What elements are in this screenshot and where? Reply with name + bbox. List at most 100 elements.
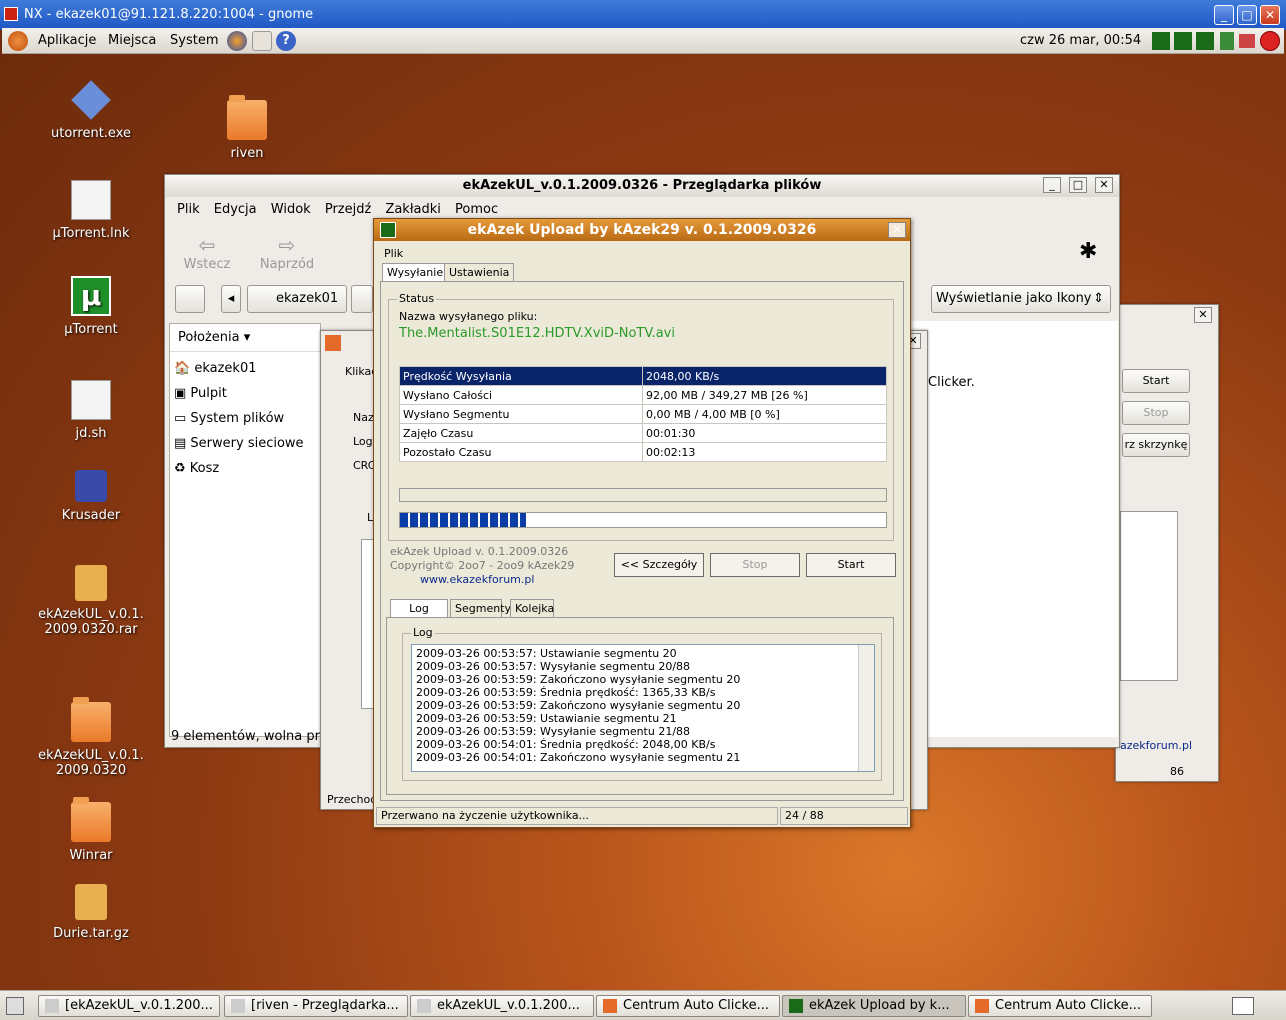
menu-places[interactable]: Miejsca: [108, 33, 156, 48]
place-desktop[interactable]: ▣ Pulpit: [174, 381, 316, 406]
show-desktop-icon[interactable]: [6, 997, 24, 1015]
back-button[interactable]: ⇦ Wstecz: [177, 233, 237, 272]
file-browser-menubar: Plik Edycja Widok Przejdź Zakładki Pomoc: [177, 202, 508, 217]
desktop-icon-utorrent-lnk[interactable]: µTorrent.lnk: [36, 180, 146, 241]
clicker-icon: [603, 999, 617, 1013]
task-button[interactable]: [ekAzekUL_v.0.1.200...: [38, 995, 220, 1017]
help-icon[interactable]: ?: [276, 31, 296, 51]
desktop-icon-utorrent-exe[interactable]: utorrent.exe: [36, 80, 146, 141]
task-button[interactable]: Centrum Auto Clicke...: [596, 995, 780, 1017]
task-button[interactable]: Centrum Auto Clicke...: [968, 995, 1152, 1017]
task-button[interactable]: ekAzekUL_v.0.1.200...: [410, 995, 594, 1017]
menu-view[interactable]: Widok: [271, 202, 311, 217]
ekazek-tray-icon[interactable]: [1152, 32, 1170, 50]
desktop-icon-utorrent[interactable]: µ µTorrent: [36, 276, 146, 337]
close-icon[interactable]: ✕: [1194, 307, 1212, 323]
place-filesystem[interactable]: ▭ System plików: [174, 406, 316, 431]
clicker-start-button[interactable]: Start: [1122, 369, 1190, 393]
tab-segmenty[interactable]: Segmenty: [450, 599, 511, 617]
place-trash[interactable]: ♻ Kosz: [174, 456, 316, 481]
minimize-icon[interactable]: _: [1043, 177, 1061, 193]
desktop-icon-durie[interactable]: Durie.tar.gz: [36, 884, 146, 941]
places-header-label: Położenia: [178, 330, 240, 345]
status-value: 00:02:13: [642, 442, 887, 462]
desktop-icon-label: ekAzekUL_v.0.1.2009.0320.rar: [38, 607, 144, 637]
firefox-icon[interactable]: [227, 31, 247, 51]
desktop-icon-rar[interactable]: ekAzekUL_v.0.1.2009.0320.rar: [36, 565, 146, 637]
menu-edit[interactable]: Edycja: [214, 202, 257, 217]
ubuntu-logo-icon: [8, 31, 28, 51]
desktop-icon-ekazek-folder[interactable]: ekAzekUL_v.0.1.2009.0320: [36, 697, 146, 778]
tab-ustawienia[interactable]: Ustawienia: [444, 263, 515, 281]
workspace-switcher-icon[interactable]: [1232, 997, 1254, 1015]
utorrent-icon: µ: [71, 276, 111, 316]
panel-clock[interactable]: czw 26 mar, 00:54: [1020, 33, 1141, 48]
path-crumb-next[interactable]: [351, 285, 373, 313]
status-row[interactable]: Wysłano Segmentu 0,00 MB / 4,00 MB [0 %]: [399, 404, 887, 424]
tab-kolejka[interactable]: Kolejka: [510, 599, 554, 617]
tab-wysylanie[interactable]: Wysyłanie: [382, 263, 449, 281]
log-line: 2009-03-26 00:53:57: Ustawianie segmentu…: [416, 647, 677, 660]
menu-applications[interactable]: Aplikacje: [38, 33, 96, 48]
status-row[interactable]: Prędkość Wysyłania 2048,00 KB/s: [399, 366, 887, 386]
nx-logo-icon: [4, 7, 18, 21]
status-group: Status Nazwa wysyłanego pliku: The.Menta…: [388, 292, 894, 541]
status-row[interactable]: Zajęło Czasu 00:01:30: [399, 423, 887, 443]
clicker-link[interactable]: azekforum.pl: [1120, 739, 1192, 752]
desktop-icon-label: µTorrent.lnk: [52, 226, 130, 241]
menu-help[interactable]: Pomoc: [455, 202, 498, 217]
places-header[interactable]: Położenia ▾: [170, 324, 320, 352]
minimize-icon[interactable]: _: [1214, 5, 1234, 25]
task-button[interactable]: [riven - Przeglądarka...: [224, 995, 408, 1017]
details-button[interactable]: << Szczegóły: [614, 553, 704, 577]
file-view-area[interactable]: Clicker.: [910, 321, 1118, 737]
task-button-active[interactable]: ekAzek Upload by k...: [782, 995, 966, 1017]
desktop-icon-winrar[interactable]: Winrar: [36, 797, 146, 863]
stop-button[interactable]: Stop: [710, 553, 800, 577]
log-group-label: Log: [411, 626, 435, 639]
window-icon: [45, 999, 59, 1013]
place-network[interactable]: ▤ Serwery sieciowe: [174, 431, 316, 456]
status-row[interactable]: Pozostało Czasu 00:02:13: [399, 442, 887, 462]
desktop-icon-riven[interactable]: riven: [192, 95, 302, 161]
start-button[interactable]: Start: [806, 553, 896, 577]
forward-button[interactable]: ⇨ Naprzód: [257, 233, 317, 272]
clicker-list[interactable]: [1120, 511, 1178, 681]
forum-link[interactable]: www.ekazekforum.pl: [420, 573, 534, 586]
menu-bookmarks[interactable]: Zakładki: [385, 202, 440, 217]
menu-file[interactable]: Plik: [177, 202, 200, 217]
maximize-icon[interactable]: □: [1069, 177, 1087, 193]
clicker-tray-button[interactable]: rz skrzynkę: [1122, 433, 1190, 457]
log-line: 2009-03-26 00:53:59: Ustawianie segmentu…: [416, 712, 677, 725]
ekazek-menu-file[interactable]: Plik: [384, 247, 403, 260]
desktop-icon-krusader[interactable]: Krusader: [36, 470, 146, 523]
close-icon[interactable]: ✕: [1095, 177, 1113, 193]
place-home[interactable]: 🏠 ekazek01: [174, 356, 316, 381]
power-icon[interactable]: [1260, 31, 1280, 51]
menu-go[interactable]: Przejdź: [325, 202, 371, 217]
desktop-icon-label: Durie.tar.gz: [53, 926, 129, 941]
path-left-button[interactable]: ◂: [221, 285, 241, 313]
mail-icon[interactable]: [252, 31, 272, 51]
log-group: Log 2009-03-26 00:53:57: Ustawianie segm…: [402, 626, 882, 781]
close-icon[interactable]: ✕: [888, 222, 906, 238]
ekazek-icon: [789, 999, 803, 1013]
log-scrollbar[interactable]: [858, 645, 874, 771]
utorrent-tray-icon[interactable]: [1220, 32, 1234, 50]
maximize-icon[interactable]: □: [1237, 5, 1257, 25]
log-list[interactable]: 2009-03-26 00:53:57: Ustawianie segmentu…: [411, 644, 875, 772]
path-crumb-button[interactable]: ekazek01: [247, 285, 347, 313]
status-row[interactable]: Wysłano Całości 92,00 MB / 349,27 MB [26 …: [399, 385, 887, 405]
desktop-icon-jd-sh[interactable]: jd.sh: [36, 380, 146, 441]
network-icon[interactable]: [1239, 34, 1255, 48]
view-mode-select[interactable]: Wyświetlanie jako Ikony ⇕: [931, 285, 1111, 313]
clicker-stop-button[interactable]: Stop: [1122, 401, 1190, 425]
menu-system[interactable]: System: [170, 33, 218, 48]
ekazek-tray-icon[interactable]: [1174, 32, 1192, 50]
edit-location-button[interactable]: [175, 285, 205, 313]
close-icon[interactable]: ✕: [1260, 5, 1280, 25]
task-label: [riven - Przeglądarka...: [251, 998, 399, 1013]
ekazek-tray-icon[interactable]: [1196, 32, 1214, 50]
tab-log[interactable]: Log: [390, 599, 448, 617]
status-value: 92,00 MB / 349,27 MB [26 %]: [642, 385, 887, 405]
